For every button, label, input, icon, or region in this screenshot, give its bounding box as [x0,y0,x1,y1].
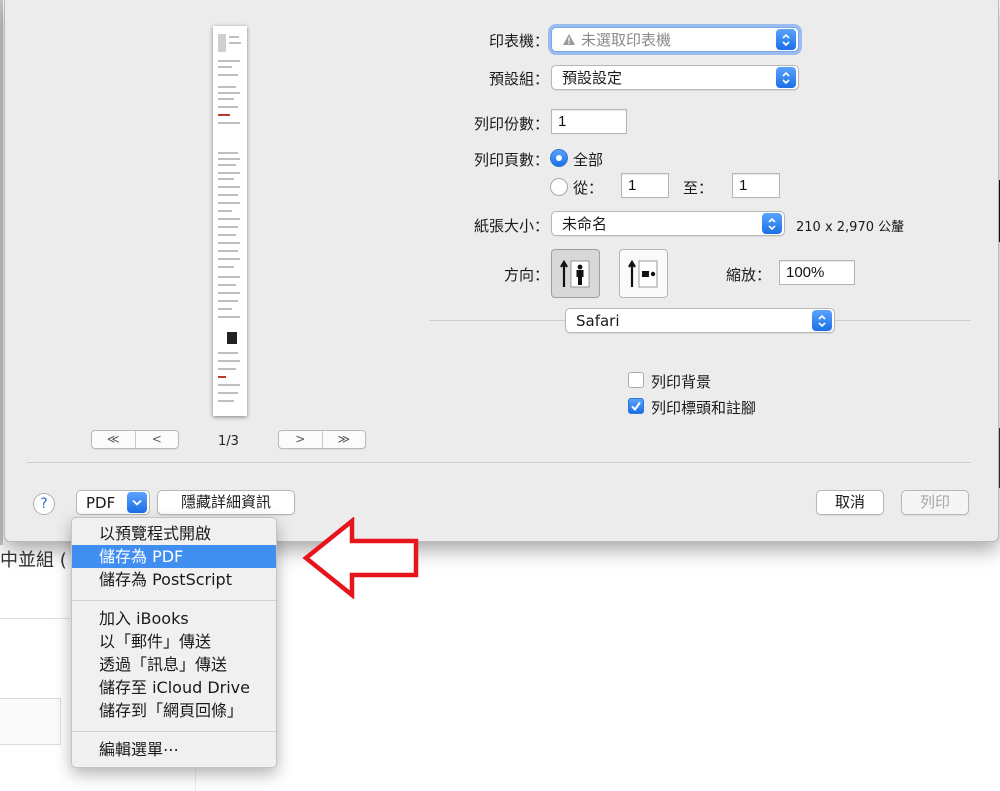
pdf-menu-button[interactable]: PDF [76,490,150,515]
pages-all-label: 全部 [573,151,604,169]
cancel-button[interactable]: 取消 [816,490,884,515]
landscape-orientation-button[interactable] [619,249,668,298]
pages-range-radio[interactable] [550,178,568,196]
menu-item-edit-menu[interactable]: 編輯選單⋯ [72,738,276,761]
paper-size-label: 紙張大小： [473,217,549,235]
printer-value: 未選取印表機 [581,31,672,49]
red-annotation-arrow-icon [302,517,419,599]
menu-item-save-to-web-receipts[interactable]: 儲存到「網頁回條」 [72,699,276,722]
presets-label: 預設組： [488,70,549,88]
chevron-updown-icon [776,29,796,50]
previous-page-button[interactable]: < [136,431,179,448]
printer-popup[interactable]: 未選取印表機 [551,27,799,52]
background-input-box [0,698,61,745]
preview-back-buttons: ≪ < [91,430,179,449]
scale-label: 縮放： [725,266,771,284]
pages-to-label: 至： [683,179,714,197]
print-preview-page [213,26,247,416]
orientation-label: 方向： [503,266,549,284]
chevron-down-icon [127,492,147,513]
warning-triangle-icon [552,33,576,46]
menu-item-save-to-icloud-drive[interactable]: 儲存至 iCloud Drive [72,676,276,699]
paper-size-value: 未命名 [562,215,608,233]
pages-label: 列印頁數： [473,151,549,169]
preview-forward-buttons: > ≫ [278,430,366,449]
presets-popup[interactable]: 預設設定 [551,65,799,90]
help-button[interactable]: ? [33,493,55,515]
background-divider [0,618,70,619]
pages-from-field[interactable] [621,173,669,198]
menu-item-open-in-preview[interactable]: 以預覽程式開啟 [72,522,276,545]
chevron-updown-icon [776,67,796,88]
next-page-button[interactable]: > [279,431,323,448]
checkmark-icon [631,401,641,412]
portrait-orientation-icon [559,259,589,287]
background-page-edge [0,0,3,545]
hide-details-button[interactable]: 隱藏詳細資訊 [157,490,295,515]
chevron-updown-icon [812,310,832,331]
menu-item-add-to-ibooks[interactable]: 加入 iBooks [72,607,276,630]
chevron-updown-icon [762,213,782,234]
menu-item-save-as-postscript[interactable]: 儲存為 PostScript [72,568,276,591]
menu-item-save-as-pdf[interactable]: 儲存為 PDF [72,545,276,568]
last-page-button[interactable]: ≫ [323,431,366,448]
copies-field[interactable] [551,109,627,134]
print-backgrounds-label: 列印背景 [651,373,712,391]
print-button[interactable]: 列印 [901,490,969,515]
pages-to-field[interactable] [732,173,780,198]
background-peek-text: 中並組 ( [0,550,67,571]
portrait-orientation-button[interactable] [551,249,600,298]
printer-label: 印表機： [488,32,549,50]
menu-item-send-via-mail[interactable]: 以「郵件」傳送 [72,630,276,653]
pages-all-radio[interactable] [550,149,568,167]
paper-size-popup[interactable]: 未命名 [551,211,785,236]
presets-value: 預設設定 [562,69,623,87]
landscape-orientation-icon [627,259,657,287]
print-backgrounds-checkbox[interactable] [628,372,644,388]
page-indicator: 1/3 [218,434,239,449]
menu-item-send-via-messages[interactable]: 透過「訊息」傳送 [72,653,276,676]
print-headers-footers-checkbox[interactable] [628,398,644,414]
copies-label: 列印份數： [473,115,549,133]
pdf-button-label: PDF [86,493,116,512]
menu-separator [72,600,276,601]
scale-field[interactable] [779,260,855,285]
print-headers-footers-label: 列印標頭和註腳 [651,399,757,417]
footer-separator [27,462,971,463]
pages-from-label: 從： [573,179,604,197]
first-page-button[interactable]: ≪ [92,431,136,448]
menu-separator [72,731,276,732]
pdf-dropdown-menu: 以預覽程式開啟 儲存為 PDF 儲存為 PostScript 加入 iBooks… [71,517,277,768]
paper-dimensions: 210 x 2,970 公釐 [796,220,905,235]
section-value: Safari [576,311,620,330]
section-popup[interactable]: Safari [565,308,835,333]
print-dialog: ≪ < 1/3 > ≫ 印表機： 未選取印表機 預設組： 預設設定 列印份數： … [4,0,999,542]
